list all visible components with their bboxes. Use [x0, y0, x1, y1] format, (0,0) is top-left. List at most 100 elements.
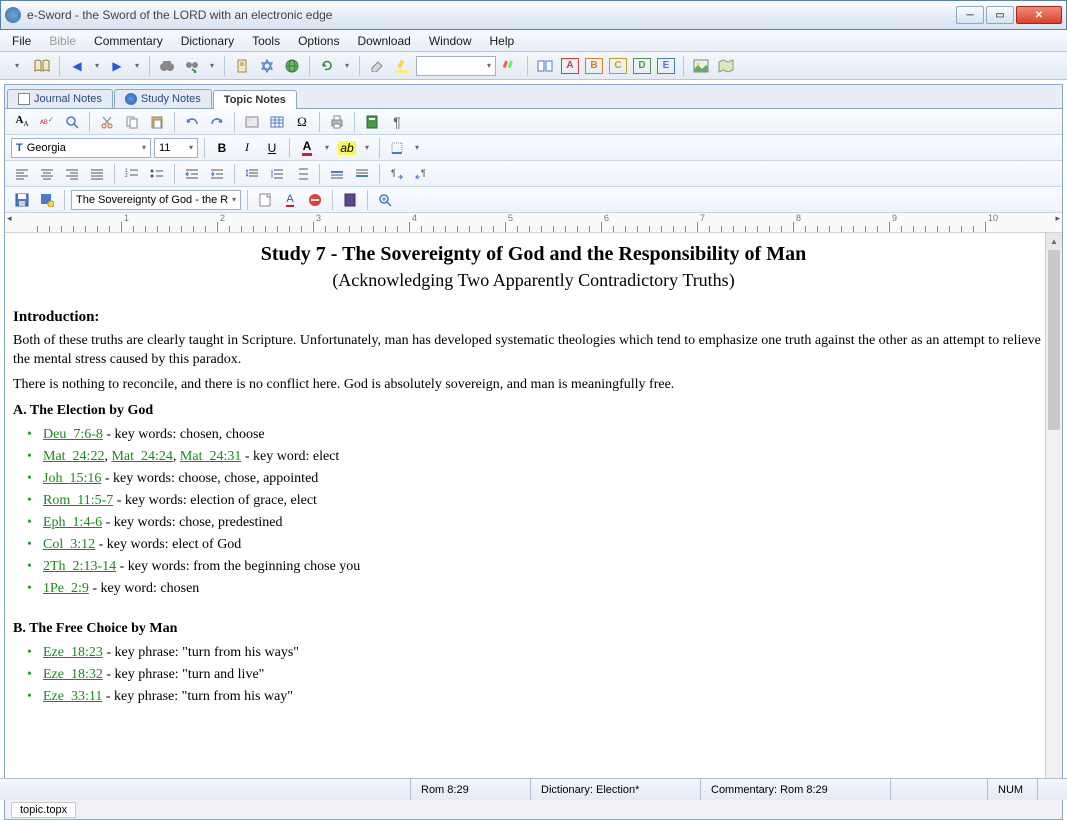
menu-commentary[interactable]: Commentary — [86, 32, 171, 50]
scroll-icon[interactable] — [231, 55, 253, 77]
align-justify-button[interactable] — [86, 163, 108, 185]
zoom-button[interactable] — [374, 189, 396, 211]
highlight-color-dd[interactable]: ▾ — [361, 143, 373, 152]
align-center-button[interactable] — [36, 163, 58, 185]
verse-link[interactable]: Eze 18:32 — [43, 667, 103, 682]
highlight-color-select[interactable]: ▾ — [416, 56, 496, 76]
nav-next-button[interactable]: ▶ — [106, 55, 128, 77]
verse-link[interactable]: Rom 11:5-7 — [43, 493, 113, 508]
verse-link[interactable]: 2Th 2:13-14 — [43, 559, 116, 574]
scroll-thumb[interactable] — [1048, 250, 1060, 430]
topic-select[interactable]: The Sovereignty of God - the R ▾ — [71, 190, 241, 210]
underline-button[interactable]: U — [261, 137, 283, 159]
verse-link[interactable]: Eze 18:23 — [43, 645, 103, 660]
cut-icon[interactable] — [96, 111, 118, 133]
image-icon[interactable] — [690, 55, 712, 77]
redo-icon[interactable] — [206, 111, 228, 133]
verse-link[interactable]: Eph 1:4-6 — [43, 515, 102, 530]
book-link-button[interactable] — [339, 189, 361, 211]
highlighter-icon[interactable] — [391, 55, 413, 77]
verse-link[interactable]: Deu 7:6-8 — [43, 427, 103, 442]
eraser-icon[interactable] — [366, 55, 388, 77]
bullet-list-button[interactable] — [146, 163, 168, 185]
file-tab[interactable]: topic.topx — [11, 802, 76, 818]
bookmark-a-button[interactable]: A — [559, 55, 581, 77]
menu-options[interactable]: Options — [290, 32, 347, 50]
line-spacing-2-button[interactable] — [266, 163, 288, 185]
book-ref-icon[interactable] — [361, 111, 383, 133]
pilcrow-icon[interactable]: ¶ — [386, 111, 408, 133]
para-before-button[interactable] — [326, 163, 348, 185]
maximize-button[interactable]: ▭ — [986, 6, 1014, 24]
save-as-button[interactable] — [36, 189, 58, 211]
binoculars-icon[interactable] — [156, 55, 178, 77]
refresh-icon[interactable] — [316, 55, 338, 77]
minimize-button[interactable]: ─ — [956, 6, 984, 24]
refresh-dd[interactable]: ▾ — [341, 61, 353, 70]
bookmark-d-button[interactable]: D — [631, 55, 653, 77]
verse-link[interactable]: Mat 24:31 — [180, 449, 241, 464]
spellcheck-icon[interactable]: ᴬᴮ✓ — [36, 111, 58, 133]
globe-icon[interactable] — [281, 55, 303, 77]
bookmark-c-button[interactable]: C — [607, 55, 629, 77]
map-icon[interactable] — [715, 55, 737, 77]
nav-next-dd[interactable]: ▾ — [131, 61, 143, 70]
copy-icon[interactable] — [121, 111, 143, 133]
close-button[interactable]: ✕ — [1016, 6, 1062, 24]
font-color-button[interactable]: A — [296, 137, 318, 159]
font-family-select[interactable]: T Georgia ▾ — [11, 138, 151, 158]
font-size-select[interactable]: 11 ▾ — [154, 138, 198, 158]
italic-button[interactable]: I — [236, 137, 258, 159]
align-right-button[interactable] — [61, 163, 83, 185]
verse-link[interactable]: Joh 15:16 — [43, 471, 101, 486]
menu-help[interactable]: Help — [482, 32, 523, 50]
nav-prev-dd[interactable]: ▾ — [91, 61, 103, 70]
menu-tools[interactable]: Tools — [244, 32, 288, 50]
scroll-up-button[interactable]: ▲ — [1046, 233, 1062, 250]
search-dd[interactable]: ▾ — [206, 61, 218, 70]
new-topic-button[interactable] — [254, 189, 276, 211]
font-dialog-icon[interactable]: AA — [11, 111, 33, 133]
outdent-button[interactable] — [181, 163, 203, 185]
print-icon[interactable] — [326, 111, 348, 133]
document-body[interactable]: Study 7 - The Sovereignty of God and the… — [5, 233, 1062, 717]
insert-table-icon[interactable] — [266, 111, 288, 133]
find-icon[interactable] — [61, 111, 83, 133]
indent-button[interactable] — [206, 163, 228, 185]
binoculars-arrow-icon[interactable] — [181, 55, 203, 77]
vertical-scrollbar[interactable]: ▲ ▼ — [1045, 233, 1062, 799]
insert-image-icon[interactable] — [241, 111, 263, 133]
menu-download[interactable]: Download — [349, 32, 418, 50]
tab-topic-notes[interactable]: Topic Notes — [213, 90, 297, 109]
numbered-list-button[interactable]: 12 — [121, 163, 143, 185]
verse-link[interactable]: Col 3:12 — [43, 537, 95, 552]
insert-symbol-icon[interactable]: Ω — [291, 111, 313, 133]
align-left-button[interactable] — [11, 163, 33, 185]
bookmark-b-button[interactable]: B — [583, 55, 605, 77]
rename-topic-button[interactable]: A — [279, 189, 301, 211]
undo-icon[interactable] — [181, 111, 203, 133]
menu-file[interactable]: File — [4, 32, 39, 50]
dropdown-button[interactable]: ▾ — [6, 55, 28, 77]
rtl-button[interactable]: ¶ — [411, 163, 433, 185]
compare-icon[interactable] — [534, 55, 556, 77]
tab-journal-notes[interactable]: Journal Notes — [7, 89, 113, 108]
menu-window[interactable]: Window — [421, 32, 480, 50]
highlighter-group-icon[interactable] — [499, 55, 521, 77]
verse-link[interactable]: Mat 24:24 — [111, 449, 172, 464]
book-open-icon[interactable] — [31, 55, 53, 77]
menu-dictionary[interactable]: Dictionary — [173, 32, 242, 50]
save-button[interactable] — [11, 189, 33, 211]
font-color-dd[interactable]: ▾ — [321, 143, 333, 152]
verse-link[interactable]: Eze 33:11 — [43, 689, 102, 704]
border-button[interactable] — [386, 137, 408, 159]
border-dd[interactable]: ▾ — [411, 143, 423, 152]
highlight-color-button[interactable]: ab — [336, 137, 358, 159]
bookmark-e-button[interactable]: E — [655, 55, 677, 77]
delete-topic-button[interactable] — [304, 189, 326, 211]
verse-link[interactable]: 1Pe 2:9 — [43, 581, 89, 596]
bold-button[interactable]: B — [211, 137, 233, 159]
line-spacing-1-button[interactable] — [241, 163, 263, 185]
paste-icon[interactable] — [146, 111, 168, 133]
nav-prev-button[interactable]: ◀ — [66, 55, 88, 77]
